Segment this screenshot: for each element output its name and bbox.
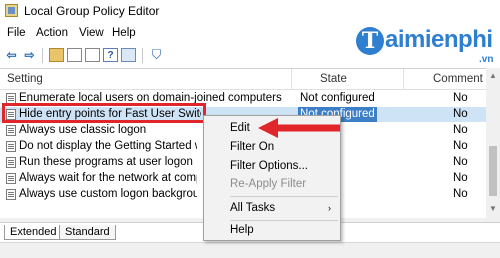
setting-comment: No (453, 124, 468, 136)
setting-state: Not configured (300, 92, 375, 104)
setting-name: Do not display the Getting Started welco… (19, 140, 197, 152)
scroll-up-icon[interactable]: ▲ (489, 71, 497, 80)
title-bar: Local Group Policy Editor (0, 0, 500, 22)
forward-arrow-icon[interactable]: ⇨ (22, 48, 37, 62)
toolbar-separator (42, 48, 43, 63)
taimienphi-logo: T aimienphi .vn (356, 24, 500, 70)
menu-help[interactable]: Help (112, 27, 136, 39)
vertical-scrollbar[interactable]: ▲ ▼ (486, 68, 500, 218)
menu-separator (230, 220, 338, 221)
context-menu-help[interactable]: Help (230, 224, 254, 236)
list-header: Setting State Comment (0, 69, 486, 90)
context-menu-filter-options[interactable]: Filter Options... (230, 160, 308, 172)
setting-comment: No (453, 108, 468, 120)
setting-comment: No (453, 156, 468, 168)
back-arrow-icon[interactable]: ⇦ (4, 48, 19, 62)
policy-setting-icon (6, 141, 16, 152)
tab-extended[interactable]: Extended (4, 225, 63, 240)
policy-setting-icon (6, 125, 16, 136)
scroll-down-icon[interactable]: ▼ (489, 204, 497, 213)
context-menu-edit[interactable]: Edit (230, 122, 250, 134)
policy-setting-icon (6, 173, 16, 184)
column-header-state[interactable]: State (320, 73, 347, 85)
status-bar (0, 242, 500, 258)
setting-name: Always use custom logon background (19, 188, 197, 200)
window-title: Local Group Policy Editor (24, 4, 160, 18)
context-menu-filter-on[interactable]: Filter On (230, 141, 274, 153)
toolbar-separator (142, 48, 143, 63)
annotation-arrow-icon (258, 118, 340, 138)
logo-text: aimienphi (385, 26, 493, 53)
setting-name: Always wait for the network at computer … (19, 172, 197, 184)
tab-standard[interactable]: Standard (59, 225, 116, 240)
setting-comment: No (453, 92, 468, 104)
policy-setting-icon (6, 189, 16, 200)
column-header-comment[interactable]: Comment (433, 73, 483, 85)
setting-name: Run these programs at user logon (19, 156, 193, 168)
menu-action[interactable]: Action (36, 27, 68, 39)
document-icon[interactable] (67, 48, 82, 62)
help-icon[interactable]: ? (103, 48, 118, 62)
selection-highlight-annotation (2, 103, 206, 123)
setting-comment: No (453, 172, 468, 184)
submenu-arrow-icon: › (328, 203, 331, 213)
column-header-setting[interactable]: Setting (7, 73, 43, 85)
scroll-thumb[interactable] (489, 146, 497, 196)
column-divider[interactable] (291, 69, 292, 89)
policy-setting-icon (6, 157, 16, 168)
logo-mark: T (356, 27, 384, 55)
properties-icon[interactable] (85, 48, 100, 62)
menu-file[interactable]: File (7, 27, 26, 39)
setting-name: Always use classic logon (19, 124, 147, 136)
filter-icon[interactable]: ⛉ (149, 47, 164, 62)
context-menu-all-tasks[interactable]: All Tasks (230, 202, 275, 214)
setting-comment: No (453, 140, 468, 152)
context-menu-reapply-filter: Re-Apply Filter (230, 178, 307, 190)
group-policy-icon (5, 4, 18, 17)
logo-domain: .vn (479, 54, 494, 65)
column-divider[interactable] (403, 69, 404, 89)
menu-view[interactable]: View (79, 27, 104, 39)
menu-separator (230, 196, 338, 197)
list-view-icon[interactable] (121, 48, 136, 62)
setting-comment: No (453, 188, 468, 200)
folder-icon[interactable] (49, 48, 64, 62)
